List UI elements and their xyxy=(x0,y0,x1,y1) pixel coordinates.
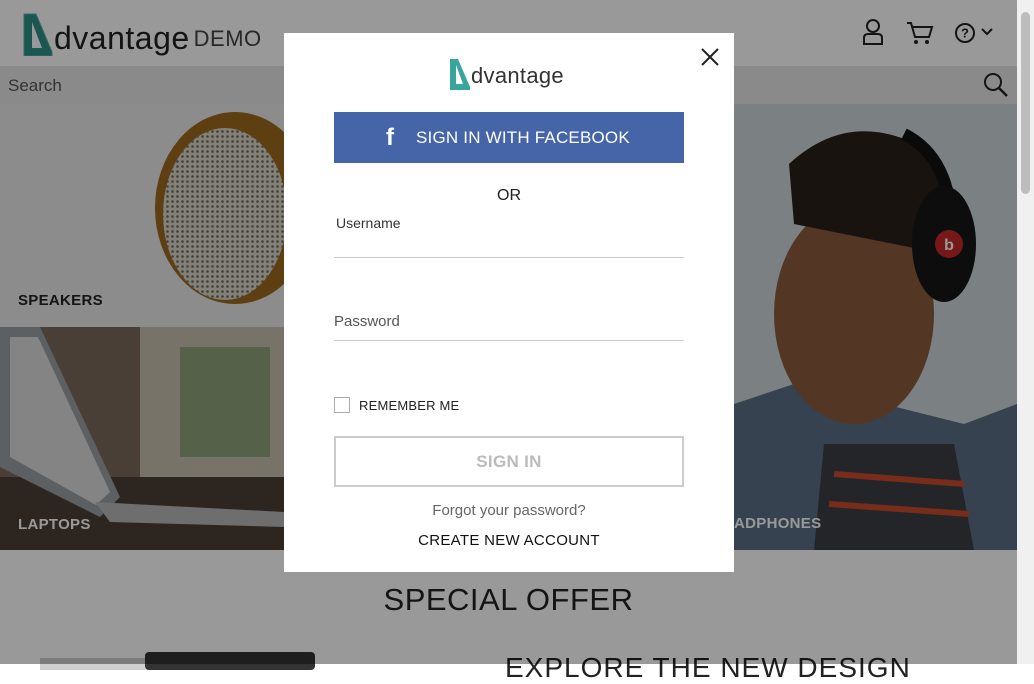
username-field[interactable]: Username xyxy=(334,215,684,258)
remember-me-label: REMEMBER ME xyxy=(359,397,460,413)
facebook-signin-button[interactable]: f SIGN IN WITH FACEBOOK xyxy=(334,112,684,163)
logo-mark-icon xyxy=(450,59,470,90)
sign-in-label: SIGN IN xyxy=(476,451,542,471)
or-divider: OR xyxy=(497,187,521,204)
close-icon[interactable] xyxy=(700,47,720,67)
password-label: Password xyxy=(334,313,400,330)
scrollbar-thumb[interactable] xyxy=(1021,12,1030,194)
modal-logo-text: dvantage xyxy=(471,63,564,88)
facebook-signin-label: SIGN IN WITH FACEBOOK xyxy=(416,127,630,147)
username-label: Username xyxy=(336,215,401,231)
modal-logo: dvantage xyxy=(449,58,564,90)
forgot-password-link[interactable]: Forgot your password? xyxy=(284,502,734,519)
sign-in-button[interactable]: SIGN IN xyxy=(334,436,684,487)
create-account-link[interactable]: CREATE NEW ACCOUNT xyxy=(284,532,734,549)
page-scrollbar[interactable] xyxy=(1017,0,1034,664)
remember-me[interactable]: REMEMBER ME xyxy=(334,397,459,413)
remember-me-checkbox[interactable] xyxy=(334,397,350,413)
password-field[interactable]: Password xyxy=(334,311,684,341)
facebook-icon: f xyxy=(386,123,394,151)
login-modal: dvantage f SIGN IN WITH FACEBOOK OR User… xyxy=(284,33,734,572)
